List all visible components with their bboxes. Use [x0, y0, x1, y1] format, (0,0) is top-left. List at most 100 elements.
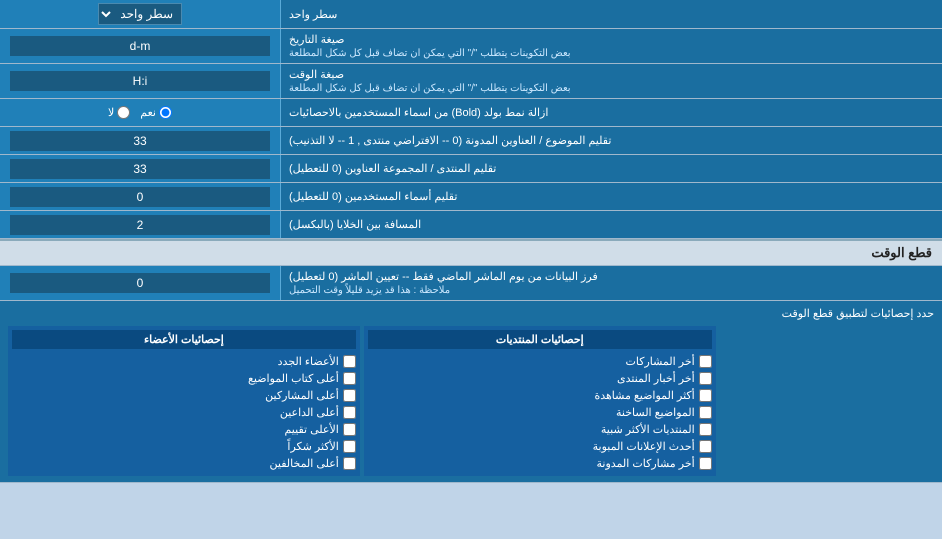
time-cut-row: فرز البيانات من يوم الماشر الماضي فقط --… [0, 266, 942, 301]
stats-columns: إحصائيات المنتديات أخر المشاركات أخر أخب… [8, 326, 934, 476]
date-format-sub-label: بعض التكوينات يتطلب "/" التي يمكن ان تضا… [289, 48, 571, 59]
date-format-input[interactable] [10, 36, 270, 56]
date-format-input-cell [0, 29, 280, 63]
stats-item-top-writers: أعلى كتاب المواضيع [12, 370, 356, 387]
forum-titles-input[interactable] [10, 159, 270, 179]
top-dropdown[interactable]: سطر واحد سطرين ثلاثة أسطر [98, 3, 182, 25]
forum-titles-input-cell [0, 155, 280, 182]
stats-item-news: أخر أخبار المنتدى [368, 370, 712, 387]
stats-item-most-thanks: الأكثر شكراً [12, 438, 356, 455]
stats-item-most-viewed: أكثر المواضيع مشاهدة [368, 387, 712, 404]
stats-item-label-5: أحدث الإعلانات المبوبة [593, 440, 695, 453]
date-format-main-label: صيغة التاريخ [289, 33, 344, 46]
time-format-main-label: صيغة الوقت [289, 68, 344, 81]
stats-item-top-rated: الأعلى تقييم [12, 421, 356, 438]
cell-spacing-row: المسافة بين الخلايا (بالبكسل) [0, 211, 942, 239]
forum-titles-label: تقليم المنتدى / المجموعة العناوين (0 للت… [280, 155, 942, 182]
checkbox-news[interactable] [699, 372, 712, 385]
cell-spacing-input-cell [0, 211, 280, 238]
radio-yes[interactable] [159, 106, 172, 119]
stats-item-label-2: أكثر المواضيع مشاهدة [594, 389, 694, 402]
cell-spacing-main-label: المسافة بين الخلايا (بالبكسل) [289, 218, 421, 231]
checkbox-most-viewed[interactable] [699, 389, 712, 402]
stats-col-members-header: إحصائيات الأعضاء [12, 330, 356, 349]
time-format-row: صيغة الوقت بعض التكوينات يتطلب "/" التي … [0, 64, 942, 99]
checkbox-last-posts[interactable] [699, 355, 712, 368]
radio-yes-label[interactable]: نعم [140, 106, 172, 119]
stats-col-forums-header: إحصائيات المنتديات [368, 330, 712, 349]
user-names-main-label: تقليم أسماء المستخدمين (0 للتعطيل) [289, 190, 457, 203]
radio-no-label[interactable]: لا [108, 106, 130, 119]
stats-col-members-header-text: إحصائيات الأعضاء [144, 334, 224, 346]
stats-col-members: إحصائيات الأعضاء الأعضاء الجدد أعلى كتاب… [8, 326, 360, 476]
stats-item-blog-posts: أخر مشاركات المدونة [368, 455, 712, 472]
user-names-input-cell [0, 183, 280, 210]
user-names-row: تقليم أسماء المستخدمين (0 للتعطيل) [0, 183, 942, 211]
checkbox-hot-topics[interactable] [699, 406, 712, 419]
checkbox-new-members[interactable] [343, 355, 356, 368]
time-format-input-cell [0, 64, 280, 98]
stats-item-member-label-0: الأعضاء الجدد [278, 355, 339, 368]
top-row: سطر واحد سطر واحد سطرين ثلاثة أسطر [0, 0, 942, 29]
stats-item-member-label-1: أعلى كتاب المواضيع [248, 372, 339, 385]
stats-item-member-label-5: الأكثر شكراً [287, 440, 338, 453]
time-cut-label: فرز البيانات من يوم الماشر الماضي فقط --… [280, 266, 942, 300]
user-names-input[interactable] [10, 187, 270, 207]
checkbox-top-violators[interactable] [343, 457, 356, 470]
topic-titles-row: تقليم الموضوع / العناوين المدونة (0 -- ا… [0, 127, 942, 155]
stats-col-forums-header-text: إحصائيات المنتديات [496, 334, 584, 346]
time-format-input[interactable] [10, 71, 270, 91]
time-cut-input[interactable] [10, 273, 270, 293]
stats-item-last-posts: أخر المشاركات [368, 353, 712, 370]
topic-titles-input[interactable] [10, 131, 270, 151]
cell-spacing-input[interactable] [10, 215, 270, 235]
stats-item-label-1: أخر أخبار المنتدى [617, 372, 695, 385]
time-cut-header: قطع الوقت [0, 239, 942, 266]
stats-item-label-4: المنتديات الأكثر شبية [601, 423, 695, 436]
stats-item-similar-forums: المنتديات الأكثر شبية [368, 421, 712, 438]
user-names-label: تقليم أسماء المستخدمين (0 للتعطيل) [280, 183, 942, 210]
main-container: سطر واحد سطر واحد سطرين ثلاثة أسطر صيغة … [0, 0, 942, 483]
topic-titles-input-cell [0, 127, 280, 154]
topic-titles-label: تقليم الموضوع / العناوين المدونة (0 -- ا… [280, 127, 942, 154]
time-cut-note: ملاحظة : هذا قد يزيد قليلاً وقت التحميل [289, 285, 450, 296]
checkbox-similar-forums[interactable] [699, 423, 712, 436]
date-format-label: صيغة التاريخ بعض التكوينات يتطلب "/" الت… [280, 29, 942, 63]
time-format-label: صيغة الوقت بعض التكوينات يتطلب "/" التي … [280, 64, 942, 98]
stats-item-member-label-3: أعلى الداعين [280, 406, 339, 419]
checkbox-classifieds[interactable] [699, 440, 712, 453]
bold-remove-main-label: ازالة نمط بولد (Bold) من اسماء المستخدمي… [289, 106, 548, 119]
bold-remove-label: ازالة نمط بولد (Bold) من اسماء المستخدمي… [280, 99, 942, 126]
stats-item-hot-topics: المواضيع الساخنة [368, 404, 712, 421]
stats-item-member-label-6: أعلى المخالفين [270, 457, 339, 470]
bold-remove-row: ازالة نمط بولد (Bold) من اسماء المستخدمي… [0, 99, 942, 127]
stats-item-new-members: الأعضاء الجدد [12, 353, 356, 370]
checkbox-most-thanks[interactable] [343, 440, 356, 453]
stats-col-forums: إحصائيات المنتديات أخر المشاركات أخر أخب… [364, 326, 716, 476]
forum-titles-main-label: تقليم المنتدى / المجموعة العناوين (0 للت… [289, 162, 496, 175]
stats-section-label-text: حدد إحصائيات لتطبيق قطع الوقت [782, 308, 934, 320]
checkbox-top-inviters[interactable] [343, 406, 356, 419]
time-cut-main-label: فرز البيانات من يوم الماشر الماضي فقط --… [289, 270, 598, 283]
cell-spacing-label: المسافة بين الخلايا (بالبكسل) [280, 211, 942, 238]
stats-section-label: حدد إحصائيات لتطبيق قطع الوقت [8, 307, 934, 320]
topic-titles-main-label: تقليم الموضوع / العناوين المدونة (0 -- ا… [289, 134, 611, 147]
checkbox-top-participants[interactable] [343, 389, 356, 402]
time-cut-header-text: قطع الوقت [871, 245, 932, 260]
radio-no[interactable] [117, 106, 130, 119]
stats-item-label-0: أخر المشاركات [626, 355, 695, 368]
checkbox-top-rated[interactable] [343, 423, 356, 436]
top-dropdown-cell: سطر واحد سطرين ثلاثة أسطر [0, 0, 280, 28]
top-label: سطر واحد [280, 0, 942, 28]
checkbox-top-writers[interactable] [343, 372, 356, 385]
stats-item-label-6: أخر مشاركات المدونة [597, 457, 695, 470]
stats-item-label-3: المواضيع الساخنة [616, 406, 695, 419]
stats-item-classifieds: أحدث الإعلانات المبوبة [368, 438, 712, 455]
stats-col-empty [720, 326, 934, 476]
time-format-sub-label: بعض التكوينات يتطلب "/" التي يمكن ان تضا… [289, 83, 571, 94]
time-cut-input-cell [0, 266, 280, 300]
date-format-row: صيغة التاريخ بعض التكوينات يتطلب "/" الت… [0, 29, 942, 64]
stats-item-top-participants: أعلى المشاركين [12, 387, 356, 404]
stats-item-member-label-2: أعلى المشاركين [265, 389, 339, 402]
checkbox-blog-posts[interactable] [699, 457, 712, 470]
